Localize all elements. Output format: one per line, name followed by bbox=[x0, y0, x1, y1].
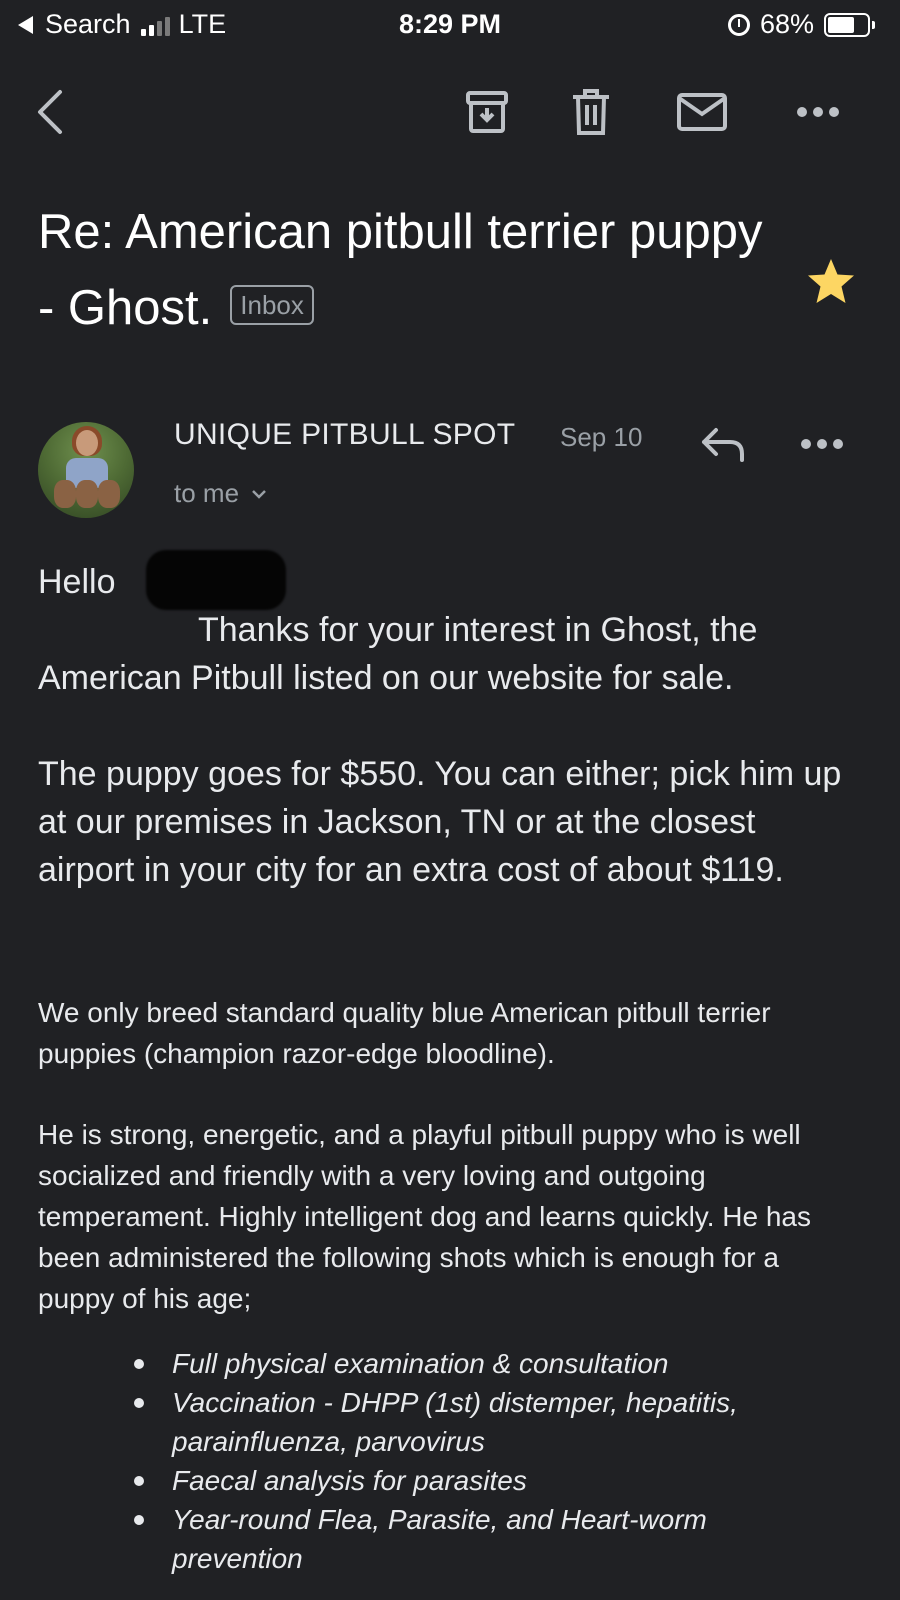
list-item: Full physical examination & consultation bbox=[0, 1344, 840, 1383]
reply-icon[interactable] bbox=[700, 426, 748, 462]
list-item: Vaccination - DHPP (1st) distemper, hepa… bbox=[0, 1383, 840, 1461]
more-icon bbox=[797, 107, 839, 117]
battery-icon bbox=[824, 12, 875, 37]
email-subject: Re: American pitbull terrier puppy - Gho… bbox=[38, 194, 768, 346]
subject-text: Re: American pitbull terrier puppy - Gho… bbox=[38, 205, 763, 335]
delete-button[interactable] bbox=[561, 82, 621, 142]
body-paragraph: He is strong, energetic, and a playful p… bbox=[38, 1119, 812, 1314]
mark-unread-button[interactable] bbox=[672, 82, 732, 142]
greeting-line: Hello bbox=[38, 550, 858, 610]
email-toolbar bbox=[0, 82, 900, 152]
sender-name[interactable]: UNIQUE PITBULL SPOT bbox=[174, 418, 515, 452]
back-arrow-icon bbox=[38, 90, 62, 134]
list-item-text: Full physical examination & consultation bbox=[172, 1348, 669, 1379]
greeting-text: Hello bbox=[38, 563, 116, 601]
back-button[interactable] bbox=[22, 82, 82, 142]
status-bar: Search LTE 8:29 PM 68% bbox=[0, 0, 900, 50]
list-item: Year-round Flea, Parasite, and Heart-wor… bbox=[0, 1500, 840, 1578]
body-paragraph: The puppy goes for $550. You can either;… bbox=[38, 755, 842, 889]
delete-icon bbox=[573, 89, 609, 135]
more-options-button[interactable] bbox=[788, 82, 848, 142]
shots-list: Full physical examination & consultation… bbox=[0, 1344, 900, 1578]
body-paragraph: We only breed standard quality blue Amer… bbox=[38, 997, 771, 1069]
battery-percentage: 68% bbox=[759, 9, 814, 39]
archive-icon bbox=[466, 91, 508, 133]
list-item-text: Faecal analysis for parasites bbox=[172, 1465, 527, 1496]
mark-unread-icon bbox=[677, 93, 727, 131]
recipient-label: to me bbox=[174, 478, 240, 508]
list-item-text: Vaccination - DHPP (1st) distemper, hepa… bbox=[172, 1387, 738, 1457]
sender-avatar[interactable] bbox=[38, 422, 134, 518]
bullet-icon bbox=[134, 1398, 144, 1408]
star-icon[interactable] bbox=[806, 257, 856, 307]
list-item-text: Year-round Flea, Parasite, and Heart-wor… bbox=[172, 1504, 707, 1574]
archive-button[interactable] bbox=[457, 82, 517, 142]
recipient-details-toggle[interactable]: to me bbox=[174, 478, 267, 509]
list-item: Faecal analysis for parasites bbox=[0, 1461, 840, 1500]
body-paragraph: Thanks for your interest in Ghost, the A… bbox=[38, 611, 758, 697]
bullet-icon bbox=[134, 1476, 144, 1486]
message-more-icon[interactable] bbox=[800, 438, 844, 450]
email-date: Sep 10 bbox=[560, 422, 643, 452]
chevron-down-icon bbox=[252, 489, 266, 499]
bullet-icon bbox=[134, 1359, 144, 1369]
alarm-icon bbox=[727, 13, 750, 36]
bullet-icon bbox=[134, 1515, 144, 1525]
inbox-label-chip[interactable]: Inbox bbox=[230, 285, 314, 326]
redacted-name bbox=[146, 550, 286, 610]
